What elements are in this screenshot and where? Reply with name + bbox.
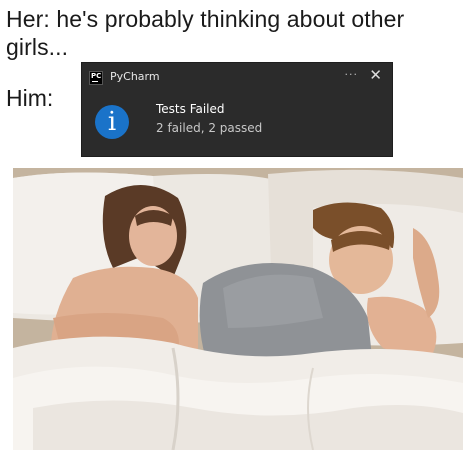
pycharm-app-icon: PC (89, 71, 103, 85)
notification-body: 2 failed, 2 passed (156, 121, 263, 135)
info-icon: i (95, 105, 129, 139)
more-options-icon[interactable]: ··· (345, 68, 359, 81)
notification-header: PC PyCharm ··· ✕ (82, 63, 392, 93)
app-icon-text: PC (91, 72, 102, 80)
photo-illustration (13, 168, 463, 450)
pycharm-notification[interactable]: PC PyCharm ··· ✕ i Tests Failed 2 failed… (81, 62, 393, 157)
notification-title: Tests Failed (156, 102, 225, 116)
caption-him: Him: (6, 85, 54, 111)
notification-app-name: PyCharm (110, 70, 160, 83)
couple-in-bed-photo (13, 168, 463, 450)
caption-her: Her: he's probably thinking about other … (6, 6, 405, 60)
close-icon[interactable]: ✕ (369, 66, 382, 84)
